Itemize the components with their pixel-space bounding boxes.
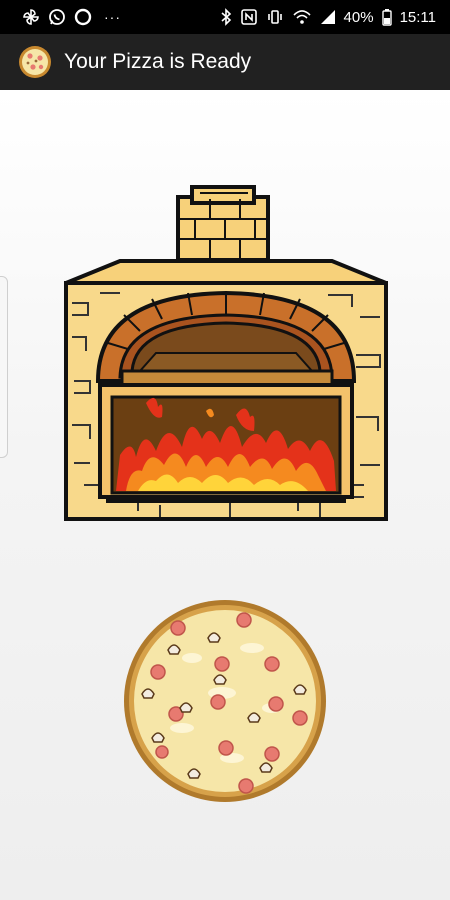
status-time: 15:11 [399,8,436,26]
battery-icon [381,9,392,26]
status-right-icons: 40% 15:11 [220,8,436,26]
battery-percent: 40% [343,8,374,26]
main-content [0,90,450,900]
whatsapp-icon [49,9,65,25]
app-title: Your Pizza is Ready [64,50,252,73]
status-bar: ··· 40% 15:11 [0,0,450,34]
pinwheel-icon [23,9,39,25]
vibrate-icon [267,10,282,24]
wifi-icon [292,10,311,24]
brick-oven-illustration [64,185,388,521]
app-bar: Your Pizza is Ready [0,34,450,90]
status-left-icons: ··· [22,8,121,26]
pizza-app-icon [19,46,51,78]
edge-panel-handle[interactable] [0,276,8,458]
circle-icon [74,8,92,26]
nfc-icon [240,9,257,25]
signal-icon [320,10,335,24]
bluetooth-icon [221,8,231,26]
more-dots-icon: ··· [104,9,121,25]
pizza-illustration [124,600,326,802]
